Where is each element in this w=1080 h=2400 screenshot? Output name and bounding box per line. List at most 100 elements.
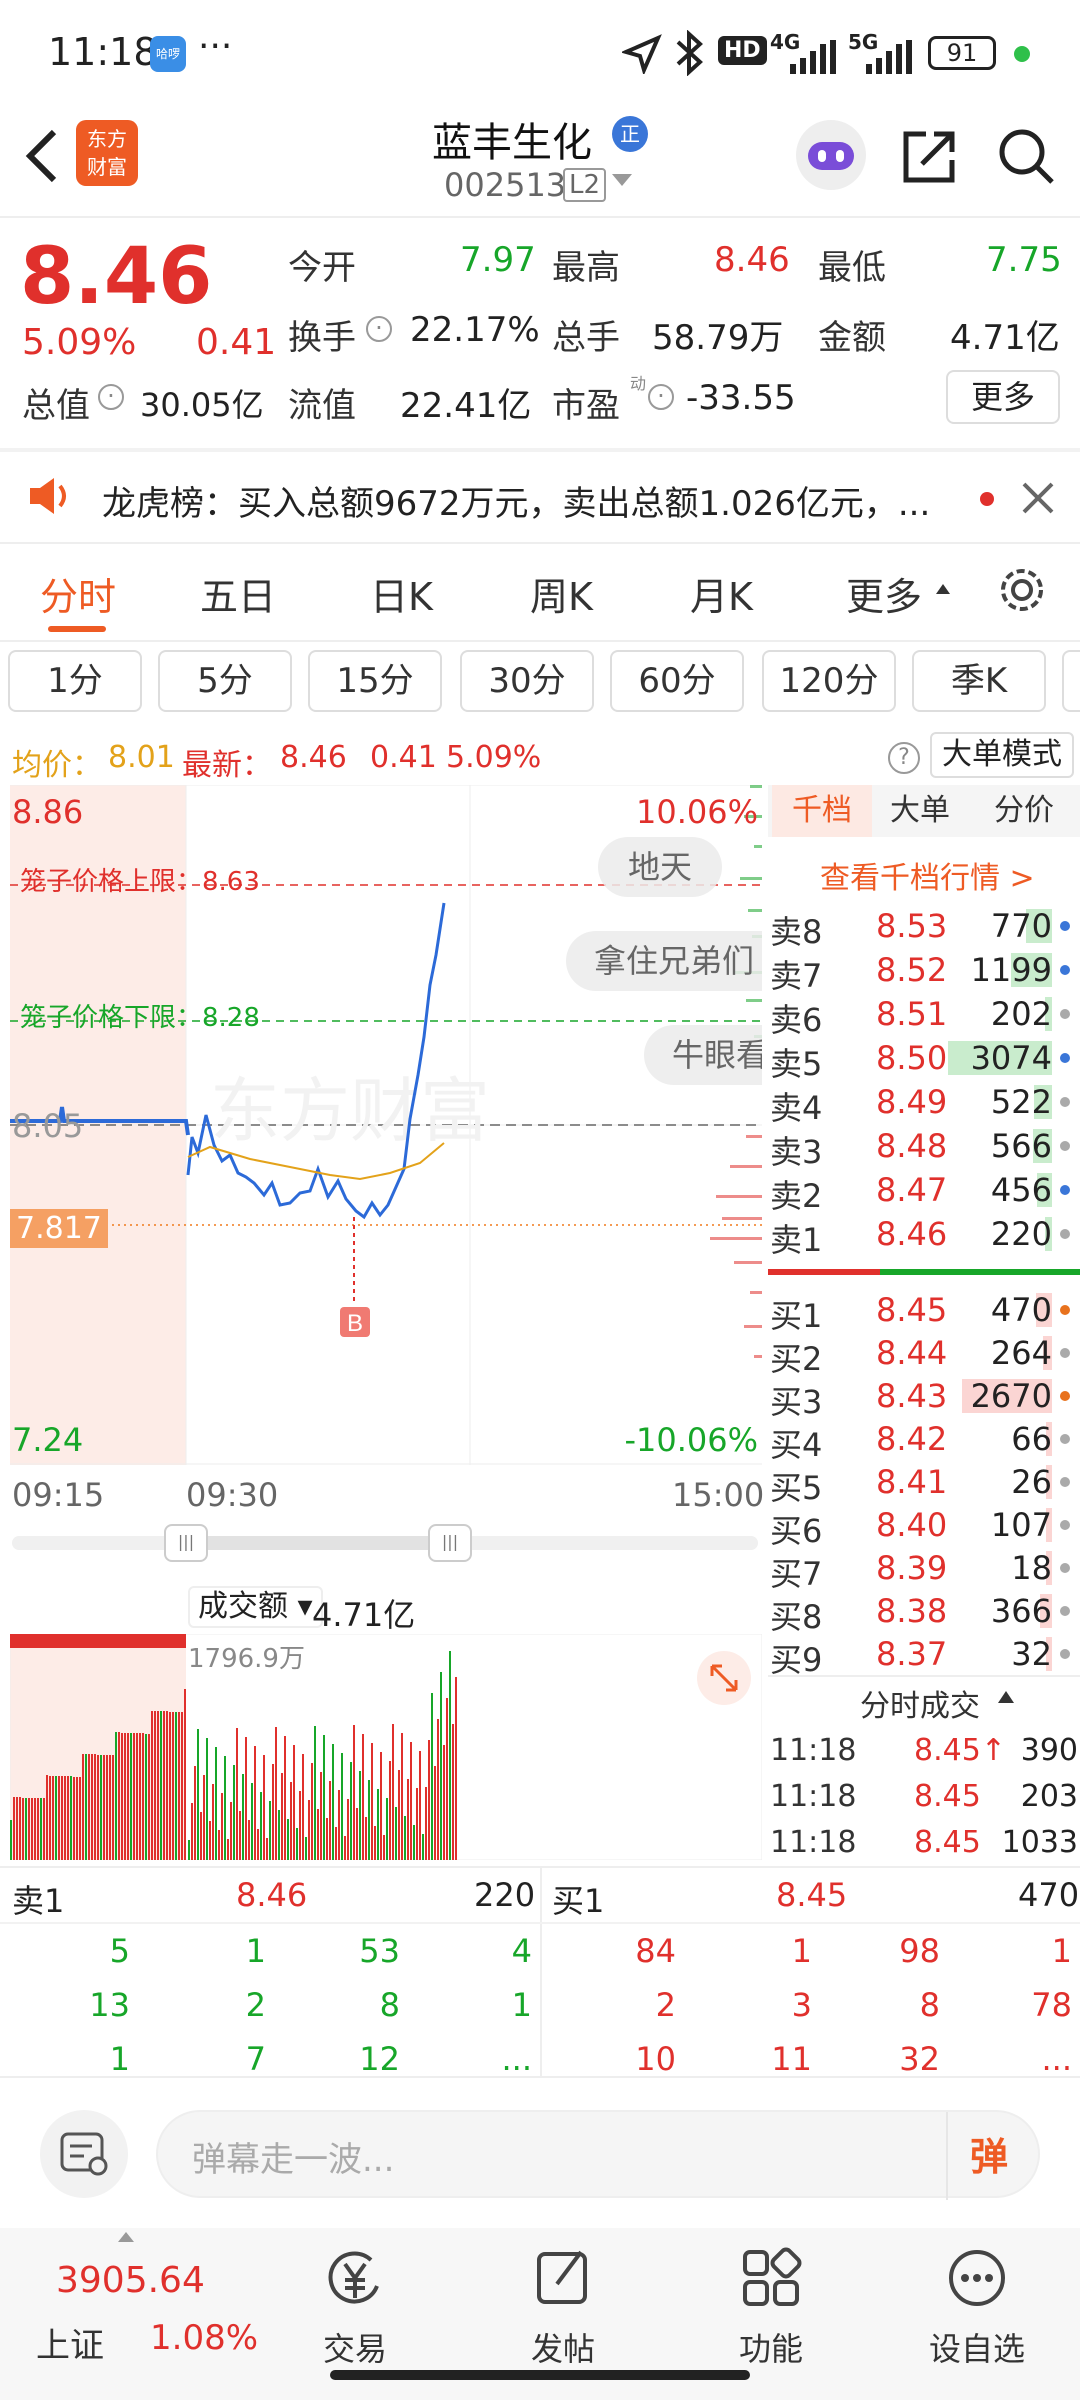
volume-bar — [166, 1711, 168, 1860]
period-more[interactable] — [1062, 650, 1080, 712]
ask-row[interactable]: 卖8 8.53 770 — [768, 903, 1080, 951]
volume-bar — [64, 1776, 66, 1860]
ask-row[interactable]: 卖1 8.46 220 — [768, 1211, 1080, 1259]
volume-bar — [320, 1772, 322, 1860]
detail-sell-cell: 1 — [109, 2040, 130, 2078]
ask-row[interactable]: 卖2 8.47 456 — [768, 1167, 1080, 1215]
detail-sell-cell: 13 — [89, 1986, 130, 2024]
tab-monthly-k[interactable]: 月K — [690, 566, 753, 621]
scroll-handle-left[interactable]: ||| — [164, 1524, 208, 1562]
share-icon[interactable] — [900, 128, 960, 186]
bid-row[interactable]: 买4 8.42 66 — [768, 1416, 1080, 1464]
volume-bar — [350, 1762, 352, 1860]
ob-tab-big-order[interactable]: 大单 — [890, 785, 950, 837]
period-5min[interactable]: 5分 — [158, 650, 292, 712]
danmu-settings-button[interactable] — [40, 2110, 128, 2198]
back-icon[interactable] — [20, 126, 60, 186]
intraday-chart[interactable]: 东方财富 B 8.86 7.24 10.06% -10.06% 笼子价格上限：8… — [10, 785, 762, 1465]
volume-chart[interactable]: 1796.9万 — [10, 1580, 762, 1860]
period-1min[interactable]: 1分 — [8, 650, 142, 712]
volume-bar — [257, 1829, 259, 1860]
volume-bar — [392, 1724, 394, 1860]
detail-buy-cell: 1 — [791, 1932, 812, 1970]
chevron-down-icon[interactable] — [612, 174, 632, 186]
volume-bar — [10, 1634, 186, 1648]
bid-row[interactable]: 买8 8.38 366 — [768, 1588, 1080, 1636]
bid-row[interactable]: 买3 8.43 2670 — [768, 1373, 1080, 1421]
float-value: 22.41亿 — [400, 386, 532, 426]
ob-tab-price-dist[interactable]: 分价 — [994, 785, 1054, 837]
ask-row[interactable]: 卖5 8.50 3074 — [768, 1035, 1080, 1083]
volume-bar — [263, 1755, 265, 1860]
ask-dot — [1060, 1097, 1070, 1107]
volume-bar — [181, 1712, 183, 1860]
volume-bar — [22, 1798, 24, 1860]
more-button[interactable]: 更多 — [946, 370, 1060, 424]
tab-intraday[interactable]: 分时 — [40, 566, 116, 621]
ask-row[interactable]: 卖3 8.48 566 — [768, 1123, 1080, 1171]
volume-bar — [194, 1766, 196, 1860]
bid-row[interactable]: 买1 8.45 470 — [768, 1287, 1080, 1335]
tab-daily-k[interactable]: 日K — [370, 566, 433, 621]
danmu-send-button[interactable]: 弹 — [970, 2126, 1008, 2181]
info-icon[interactable]: · — [98, 384, 124, 410]
ob-tab-thousand[interactable]: 千档 — [772, 785, 872, 837]
index-value[interactable]: 3905.64 — [56, 2260, 205, 2301]
turnover-info-icon[interactable]: · — [366, 316, 392, 342]
volume-bar — [386, 1798, 388, 1860]
detail-sell-cell: 8 — [379, 1986, 400, 2024]
trade-price: 8.45 — [914, 1779, 981, 1814]
level2-badge[interactable]: L2 — [563, 168, 607, 202]
bid-row[interactable]: 买5 8.41 26 — [768, 1459, 1080, 1507]
app-notification-icon: 哈啰 — [150, 36, 186, 72]
volume-bar — [200, 1812, 202, 1860]
app-logo[interactable]: 东方 财富 — [76, 120, 138, 186]
nav-post[interactable]: 发帖 — [498, 2246, 628, 2370]
help-icon[interactable]: ? — [888, 742, 920, 774]
caret-up-icon[interactable] — [998, 1691, 1014, 1703]
bid-row[interactable]: 买9 8.37 32 — [768, 1631, 1080, 1679]
period-120min[interactable]: 120分 — [762, 650, 896, 712]
search-icon[interactable] — [996, 126, 1056, 186]
nav-add-watchlist[interactable]: 设自选 — [912, 2246, 1042, 2370]
expand-icon[interactable] — [696, 1650, 752, 1706]
time-scrollbar[interactable]: ||| ||| — [12, 1524, 758, 1562]
period-30min[interactable]: 30分 — [460, 650, 594, 712]
tab-five-day[interactable]: 五日 — [200, 566, 276, 621]
volume-bar — [184, 1689, 186, 1860]
big-order-mode-button[interactable]: 大单模式 — [930, 732, 1074, 778]
trades-title[interactable]: 分时成交 — [860, 1681, 980, 1725]
period-15min[interactable]: 15分 — [308, 650, 442, 712]
bid-row[interactable]: 买7 8.39 18 — [768, 1545, 1080, 1593]
bid-row[interactable]: 买6 8.40 107 — [768, 1502, 1080, 1550]
nav-functions[interactable]: 功能 — [706, 2246, 836, 2370]
assistant-avatar[interactable] — [796, 120, 866, 190]
index-caret-icon[interactable] — [118, 2232, 134, 2242]
edit-icon — [537, 2250, 587, 2304]
ask-row[interactable]: 卖7 8.52 1199 — [768, 947, 1080, 995]
nav-add-watchlist-label: 设自选 — [928, 2330, 1025, 2368]
dragon-tiger-notice[interactable]: 龙虎榜：买入总额9672万元，卖出总额1.026亿元，... — [0, 452, 1080, 544]
danmu-input[interactable]: 弹幕走一波... 弹 — [156, 2110, 1040, 2200]
pe-info-icon[interactable]: · — [648, 384, 674, 410]
ask-row[interactable]: 卖6 8.51 202 — [768, 991, 1080, 1039]
period-60min[interactable]: 60分 — [610, 650, 744, 712]
index-pct[interactable]: 1.08% — [150, 2318, 258, 2358]
index-name[interactable]: 上证 — [36, 2318, 104, 2367]
caret-up-icon[interactable] — [936, 584, 950, 594]
bid-row[interactable]: 买2 8.44 264 — [768, 1330, 1080, 1378]
scroll-handle-right[interactable]: ||| — [428, 1524, 472, 1562]
ob-view-more-link[interactable]: 查看千档行情 > — [820, 853, 1035, 897]
period-quarter-k[interactable]: 季K — [912, 650, 1046, 712]
ask-row[interactable]: 卖4 8.49 522 — [768, 1079, 1080, 1127]
order-book: 千档 大单 分价 查看千档行情 > 卖8 8.53 770 卖7 8.52 1199 卖6 8… — [768, 785, 1080, 1865]
volume-bar — [413, 1825, 415, 1860]
tab-more[interactable]: 更多 — [846, 566, 922, 621]
axis-top-price: 8.86 — [12, 793, 84, 831]
ask-volume: 566 — [990, 1127, 1052, 1165]
tab-weekly-k[interactable]: 周K — [530, 566, 593, 621]
close-icon[interactable] — [1020, 480, 1056, 516]
settings-gear-icon[interactable] — [996, 564, 1048, 616]
ask-price: 8.52 — [876, 951, 948, 989]
nav-trade[interactable]: 交易 — [290, 2246, 420, 2370]
